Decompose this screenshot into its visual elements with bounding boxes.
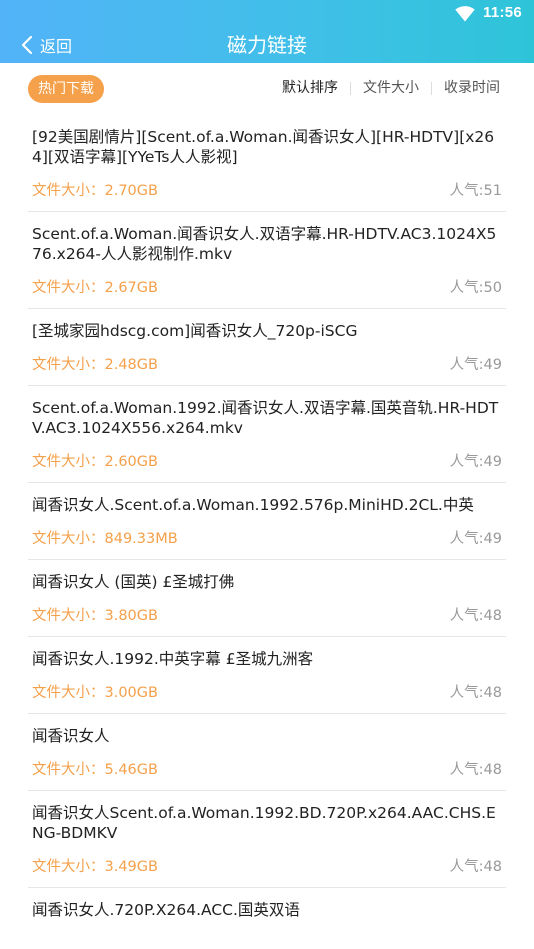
list-item[interactable]: 闻香识女人.1992.中英字幕 £圣城九洲客 文件大小：3.00GB 人气:48 <box>28 637 506 714</box>
status-bar: 11:56 <box>0 0 534 28</box>
item-title: 闻香识女人.Scent.of.a.Woman.1992.576p.MiniHD.… <box>32 496 474 514</box>
list-item[interactable]: Scent.of.a.Woman.闻香识女人.双语字幕.HR-HDTV.AC3.… <box>28 212 506 309</box>
item-size: 文件大小：5.46GB <box>32 761 158 778</box>
status-time: 11:56 <box>483 4 523 21</box>
list-item[interactable]: 闻香识女人 文件大小：5.46GB 人气:48 <box>28 714 506 791</box>
item-popularity: 人气:50 <box>449 279 502 296</box>
magnet-list: [92美国剧情片][Scent.of.a.Woman.闻香识女人][HR-HDT… <box>28 115 506 920</box>
item-title: Scent.of.a.Woman.闻香识女人.双语字幕.HR-HDTV.AC3.… <box>32 225 497 263</box>
list-item[interactable]: 闻香识女人 (国英) £圣城打佛 文件大小：3.80GB 人气:48 <box>28 560 506 637</box>
item-popularity: 人气:48 <box>449 684 502 701</box>
sort-default-tab[interactable]: 默认排序 <box>270 77 350 99</box>
item-popularity: 人气:48 <box>449 607 502 624</box>
item-title: 闻香识女人.720P.X264.ACC.国英双语 <box>32 901 300 919</box>
item-size: 文件大小：2.67GB <box>32 279 158 296</box>
item-title: 闻香识女人.1992.中英字幕 £圣城九洲客 <box>32 650 314 668</box>
item-popularity: 人气:48 <box>449 858 502 875</box>
item-popularity: 人气:49 <box>449 356 502 373</box>
item-popularity: 人气:49 <box>449 530 502 547</box>
item-title: [92美国剧情片][Scent.of.a.Woman.闻香识女人][HR-HDT… <box>32 128 495 166</box>
item-title: 闻香识女人Scent.of.a.Woman.1992.BD.720P.x264.… <box>32 804 496 842</box>
item-title: [圣城家园hdscg.com]闻香识女人_720p-iSCG <box>32 322 358 340</box>
item-popularity: 人气:49 <box>449 453 502 470</box>
sort-size-tab[interactable]: 文件大小 <box>351 77 431 99</box>
item-size: 文件大小：3.00GB <box>32 684 158 701</box>
item-size: 文件大小：2.48GB <box>32 356 158 373</box>
list-item[interactable]: 闻香识女人.720P.X264.ACC.国英双语 <box>28 888 506 920</box>
list-item[interactable]: 闻香识女人Scent.of.a.Woman.1992.BD.720P.x264.… <box>28 791 506 888</box>
page-title: 磁力链接 <box>227 33 307 57</box>
sort-time-tab[interactable]: 收录时间 <box>432 77 506 99</box>
sort-tabs: 默认排序 文件大小 收录时间 <box>270 77 506 99</box>
list-item[interactable]: 闻香识女人.Scent.of.a.Woman.1992.576p.MiniHD.… <box>28 483 506 560</box>
item-size: 文件大小：3.80GB <box>32 607 158 624</box>
item-title: 闻香识女人 <box>32 727 110 745</box>
item-size: 文件大小：2.60GB <box>32 453 158 470</box>
list-item[interactable]: Scent.of.a.Woman.1992.闻香识女人.双语字幕.国英音轨.HR… <box>28 386 506 483</box>
wifi-icon <box>455 6 475 22</box>
item-size: 文件大小：849.33MB <box>32 530 178 547</box>
list-item[interactable]: [92美国剧情片][Scent.of.a.Woman.闻香识女人][HR-HDT… <box>28 115 506 212</box>
item-size: 文件大小：3.49GB <box>32 858 158 875</box>
app-header: 11:56 返回 磁力链接 <box>0 0 534 63</box>
item-popularity: 人气:51 <box>449 182 502 199</box>
item-popularity: 人气:48 <box>449 761 502 778</box>
item-title: 闻香识女人 (国英) £圣城打佛 <box>32 573 235 591</box>
toolbar: 热门下载 默认排序 文件大小 收录时间 <box>0 63 534 115</box>
item-title: Scent.of.a.Woman.1992.闻香识女人.双语字幕.国英音轨.HR… <box>32 399 499 437</box>
list-item[interactable]: [圣城家园hdscg.com]闻香识女人_720p-iSCG 文件大小：2.48… <box>28 309 506 386</box>
hot-downloads-badge[interactable]: 热门下载 <box>28 75 104 103</box>
item-size: 文件大小：2.70GB <box>32 182 158 199</box>
